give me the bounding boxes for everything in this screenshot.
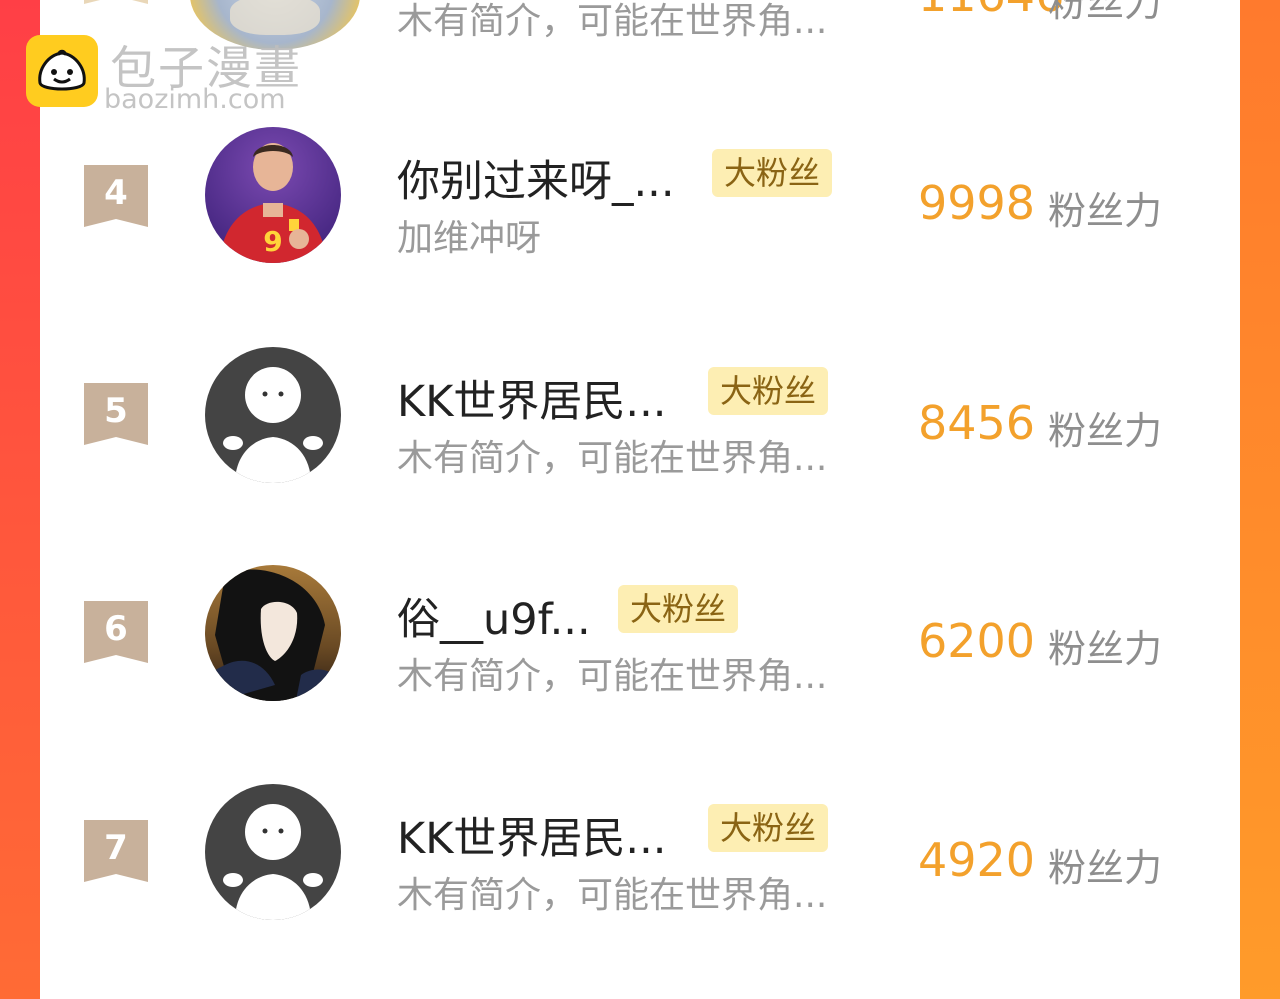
soccer-player-photo: 9 (219, 143, 327, 263)
avatar[interactable] (205, 784, 341, 920)
rank-flag-partial (84, 0, 148, 8)
ranking-row[interactable]: 5 KK世界居民... 大粉丝 木有简介，可能在世界角... 8456 粉丝力 (0, 345, 1280, 505)
avatar[interactable]: 9 (205, 127, 341, 263)
rank-flag: 4 (84, 165, 148, 229)
fan-score-label: 粉丝力 (1048, 627, 1163, 671)
user-bio: 木有简介，可能在世界角... (397, 875, 828, 916)
user-name[interactable]: 你别过来呀_... (397, 147, 675, 209)
fan-level-badge: 大粉丝 (708, 804, 829, 852)
fan-score-label: 粉丝力 (1048, 409, 1163, 453)
ranking-row[interactable]: 6 俗__u9f... 大粉丝 木有简介，可能在世界角... 6200 粉丝力 (0, 563, 1280, 723)
rank-flag: 6 (84, 601, 148, 665)
fan-level-badge: 大粉丝 (708, 367, 829, 415)
rank-number: 4 (104, 173, 128, 213)
rank-number: 5 (104, 391, 128, 431)
fan-level-badge: 大粉丝 (618, 585, 739, 633)
fan-level-badge: 大粉丝 (712, 149, 833, 197)
user-bio: 木有简介，可能在世界角... (397, 438, 828, 479)
user-name[interactable]: KK世界居民... (397, 367, 666, 429)
avatar[interactable] (205, 347, 341, 483)
rank-flag: 5 (84, 383, 148, 447)
fan-score-label: 粉丝力 (1048, 846, 1163, 890)
baozi-logo-icon (26, 35, 98, 107)
svg-text:9: 9 (263, 225, 282, 258)
anime-character-photo (205, 569, 341, 701)
bio-partial: 木有简介，可能在世界角... (397, 1, 828, 42)
watermark-url: baozimh.com (104, 84, 286, 115)
score-label-partial: 粉丝力 (1048, 0, 1163, 25)
ranking-row[interactable]: 7 KK世界居民... 大粉丝 木有简介，可能在世界角... 4920 粉丝力 (0, 782, 1280, 942)
user-bio: 木有简介，可能在世界角... (397, 656, 828, 697)
fan-score: 6200 (918, 614, 1036, 668)
fan-score: 9998 (918, 176, 1036, 230)
user-name[interactable]: 俗__u9f... (397, 585, 591, 647)
fan-score-label: 粉丝力 (1048, 189, 1163, 233)
default-avatar-icon (223, 367, 323, 483)
fan-score: 8456 (918, 396, 1036, 450)
rank-flag: 7 (84, 820, 148, 884)
user-bio: 加维冲呀 (397, 218, 542, 259)
score-partial: 11646 (918, 0, 1064, 22)
avatar[interactable] (205, 565, 341, 701)
ranking-row[interactable]: 4 9 你别过来呀_... 大粉丝 加维冲呀 9998 粉丝力 (0, 125, 1280, 285)
rank-number: 6 (104, 609, 128, 649)
rank-number: 7 (104, 828, 128, 868)
default-avatar-icon (223, 804, 323, 920)
fan-score: 4920 (918, 833, 1036, 887)
user-name[interactable]: KK世界居民... (397, 804, 666, 866)
